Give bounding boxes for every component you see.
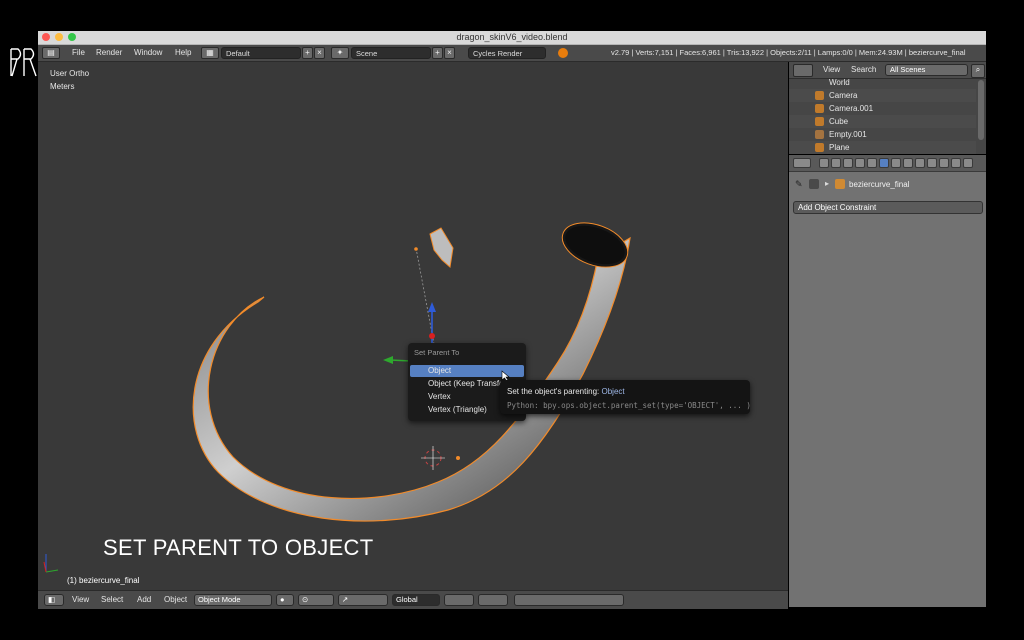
- outliner-item-plane[interactable]: Plane: [789, 141, 976, 154]
- tooltip-python: Python: bpy.ops.object.parent_set(type='…: [507, 401, 751, 410]
- remove-layout-icon[interactable]: ×: [314, 47, 325, 59]
- shading-icon[interactable]: ●: [276, 594, 294, 606]
- camera-icon: [815, 104, 824, 113]
- mode-select[interactable]: Object Mode: [194, 594, 272, 606]
- menu-object[interactable]: Object: [164, 591, 187, 609]
- particles-tab-icon[interactable]: [939, 158, 949, 168]
- rr-logo: [10, 48, 37, 77]
- empty-icon: [815, 130, 824, 139]
- menu-add[interactable]: Add: [137, 591, 151, 609]
- scene-statistics: v2.79 | Verts:7,151 | Faces:6,961 | Tris…: [611, 48, 966, 57]
- scene-icon[interactable]: ✦: [331, 47, 349, 59]
- display-mode-select[interactable]: All Scenes: [885, 64, 968, 76]
- object-breadcrumb-icon: [835, 179, 845, 189]
- tooltip-label: Set the object's parenting:: [507, 387, 600, 396]
- manipulator-icon[interactable]: ↗: [338, 594, 388, 606]
- scene-field[interactable]: Scene: [351, 47, 431, 59]
- set-parent-menu-title: Set Parent To: [414, 348, 460, 357]
- empty-object-shard: [429, 227, 454, 268]
- menu-render[interactable]: Render: [96, 45, 122, 61]
- remove-scene-icon[interactable]: ×: [444, 47, 455, 59]
- add-layout-icon[interactable]: +: [302, 47, 313, 59]
- info-header: ▤ File Render Window Help ▦ Default + × …: [38, 45, 986, 62]
- video-caption: SET PARENT TO OBJECT: [103, 535, 374, 560]
- layout-icon[interactable]: ▦: [201, 47, 219, 59]
- pivot-icon[interactable]: ⊙: [298, 594, 334, 606]
- render-engine-select[interactable]: Cycles Render: [468, 47, 546, 59]
- outliner-item-world[interactable]: World: [789, 76, 976, 89]
- menu-select[interactable]: Select: [101, 591, 123, 609]
- layers-icon[interactable]: [444, 594, 474, 606]
- tooltip-operator: Object: [601, 387, 625, 396]
- view-name: User Ortho: [50, 69, 90, 78]
- object-name-label: beziercurve_final: [849, 180, 910, 189]
- properties-editor: ✎ ▸ beziercurve_final Add Object Constra…: [789, 155, 986, 607]
- chevron-right-icon: ▸: [825, 179, 830, 188]
- render-layers-tab-icon[interactable]: [831, 158, 841, 168]
- properties-type-icon[interactable]: [793, 158, 811, 168]
- unit-system: Meters: [50, 82, 75, 91]
- outliner-item-empty-001[interactable]: Empty.001: [789, 128, 976, 141]
- menu-window[interactable]: Window: [134, 45, 162, 61]
- properties-tabs: [789, 155, 986, 172]
- layers-icon-2[interactable]: [478, 594, 508, 606]
- world-tab-icon[interactable]: [855, 158, 865, 168]
- 3d-viewport[interactable]: User Ortho Meters SET PARENT TO OBJECT (…: [38, 62, 788, 590]
- window-title: dragon_skinV6_video.blend: [456, 32, 568, 42]
- outliner: View Search All Scenes ⌕ World Camera Ca…: [789, 62, 986, 154]
- snap-tools-icon[interactable]: [514, 594, 624, 606]
- scene-tab-icon[interactable]: [843, 158, 853, 168]
- add-object-constraint-select[interactable]: Add Object Constraint: [793, 201, 983, 214]
- outliner-item-camera[interactable]: Camera: [789, 89, 976, 102]
- camera-icon: [815, 91, 824, 100]
- object-tab-icon[interactable]: [867, 158, 877, 168]
- menu-help[interactable]: Help: [175, 45, 191, 61]
- viewport-info: User Ortho Meters: [50, 67, 89, 93]
- menu-file[interactable]: File: [72, 45, 85, 61]
- pin-icon[interactable]: ✎: [795, 179, 803, 190]
- viewport-header: ◧ View Select Add Object Object Mode ● ⊙…: [38, 590, 788, 609]
- scene-breadcrumb-icon: [809, 179, 819, 189]
- mesh-icon: [815, 117, 824, 126]
- editor-type-icon[interactable]: ▤: [42, 47, 60, 59]
- scene-render: [43, 222, 631, 573]
- texture-tab-icon[interactable]: [927, 158, 937, 168]
- operator-tooltip: Set the object's parenting: Object Pytho…: [500, 380, 751, 414]
- modifiers-tab-icon[interactable]: [891, 158, 901, 168]
- material-tab-icon[interactable]: [915, 158, 925, 168]
- data-tab-icon[interactable]: [903, 158, 913, 168]
- physics-tab-icon[interactable]: [951, 158, 961, 168]
- outliner-scrollbar[interactable]: [978, 80, 984, 140]
- blender-logo-icon: [558, 48, 568, 58]
- constraints-tab-icon[interactable]: [879, 158, 889, 168]
- active-object-label: (1) beziercurve_final: [67, 576, 140, 585]
- add-scene-icon[interactable]: +: [432, 47, 443, 59]
- mesh-icon: [815, 143, 824, 152]
- scripts-tab-icon[interactable]: [963, 158, 973, 168]
- window-titlebar: dragon_skinV6_video.blend: [38, 31, 986, 45]
- outliner-item-cube[interactable]: Cube: [789, 115, 976, 128]
- render-tab-icon[interactable]: [819, 158, 829, 168]
- editor-type-3d-icon[interactable]: ◧: [44, 594, 64, 606]
- layout-field[interactable]: Default: [221, 47, 301, 59]
- orientation-select[interactable]: Global: [392, 594, 440, 606]
- outliner-item-camera-001[interactable]: Camera.001: [789, 102, 976, 115]
- menu-view[interactable]: View: [72, 591, 89, 609]
